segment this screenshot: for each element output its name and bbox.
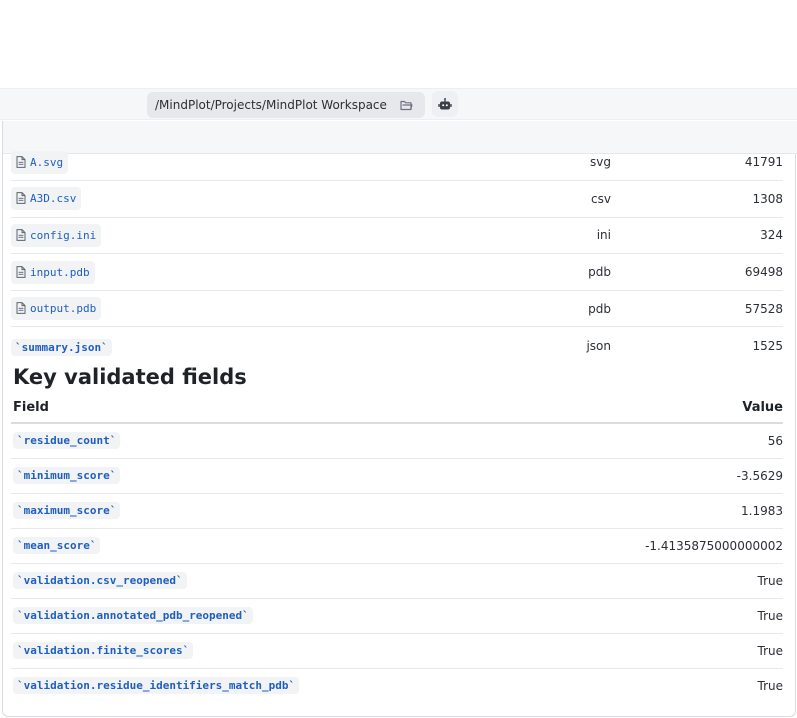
table-row: `validation.finite_scores` True [11,633,783,669]
table-row: config.ini ini 324 [11,217,783,255]
section-heading: Key validated fields [13,365,247,389]
file-icon [16,226,26,245]
table-row: `maximum_score` 1.1983 [11,493,783,529]
file-table: A.svg svg 41791 A3D.csv csv 1308 config.… [11,144,783,364]
file-link[interactable]: config.ini [11,223,102,247]
field-value: True [571,633,783,669]
file-name-code: `summary.json` [11,338,112,356]
field-name: `minimum_score` [13,467,121,484]
file-name: A.svg [30,155,64,169]
table-row: `validation.annotated_pdb_reopened` True [11,598,783,634]
file-size: 57528 [611,290,783,328]
field-value: 1.1983 [571,493,783,529]
table-row: A.svg svg 41791 [11,144,783,182]
workspace-path: /MindPlot/Projects/MindPlot Workspace [155,98,387,112]
table-row: A3D.csv csv 1308 [11,180,783,218]
file-icon [16,263,26,282]
file-size: 69498 [611,253,783,291]
file-name: input.pdb [30,265,90,279]
file-icon [16,189,26,208]
file-name: A3D.csv [30,192,77,206]
file-name: config.ini [30,228,97,242]
field-value: -1.4135875000000002 [571,528,783,564]
table-header-row: Field Value [11,393,783,424]
top-blank-area [0,0,797,88]
file-size: 324 [611,217,783,255]
file-name: output.pdb [30,302,97,316]
field-name: `validation.finite_scores` [13,642,194,659]
robot-icon[interactable] [432,91,458,117]
table-row: `mean_score` -1.4135875000000002 [11,528,783,564]
workspace-path-bar: /MindPlot/Projects/MindPlot Workspace [0,88,797,120]
table-row: `minimum_score` -3.5629 [11,458,783,494]
field-name: `validation.residue_identifiers_match_pd… [13,677,300,695]
file-link[interactable]: A.svg [11,150,69,174]
field-value: 56 [571,423,783,459]
table-row: `summary.json` json 1525 [11,327,783,364]
file-type: pdb [441,253,611,291]
field-value: True [571,563,783,599]
file-type: ini [441,217,611,255]
field-name: `residue_count` [13,432,121,450]
field-value: -3.5629 [571,458,783,494]
field-value: True [571,598,783,634]
table-row: output.pdb pdb 57528 [11,290,783,328]
field-value: True [757,678,784,693]
table-row: input.pdb pdb 69498 [11,253,783,291]
file-size: 41791 [611,144,783,182]
file-icon [16,153,26,172]
report-content: A.svg svg 41791 A3D.csv csv 1308 config.… [0,121,797,718]
table-row: `validation.csv_reopened` True [11,563,783,599]
file-link[interactable]: A3D.csv [11,187,82,211]
table-row: `residue_count` 56 [11,423,783,459]
field-name: `validation.annotated_pdb_reopened` [13,607,253,624]
file-link[interactable]: input.pdb [11,260,95,284]
field-name: `maximum_score` [13,502,121,519]
file-type: csv [441,180,611,218]
file-size: 1525 [752,338,783,353]
validated-fields-table: Field Value `residue_count` 56 `minimum_… [11,393,783,703]
file-size: 1308 [611,180,783,218]
file-link[interactable]: output.pdb [11,297,102,321]
column-header-field: Field [11,393,571,424]
table-row: `validation.residue_identifiers_match_pd… [11,668,783,703]
file-type: svg [441,144,611,182]
column-header-value: Value [571,393,783,424]
folder-open-icon[interactable] [399,98,413,112]
workspace-path-pill[interactable]: /MindPlot/Projects/MindPlot Workspace [147,92,425,118]
file-icon [16,299,26,318]
field-name: `validation.csv_reopened` [13,572,187,589]
field-name: `mean_score` [13,537,101,554]
file-type: pdb [441,290,611,328]
file-type: json [586,338,611,353]
